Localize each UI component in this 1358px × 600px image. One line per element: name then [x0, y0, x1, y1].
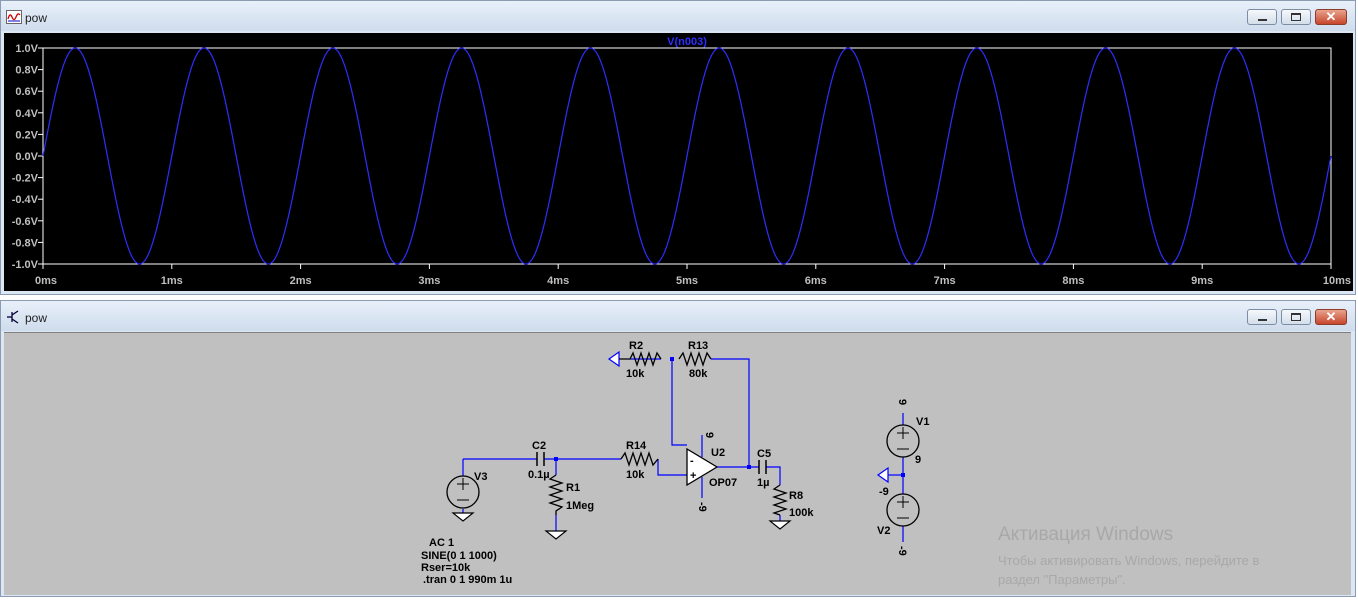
voltage-source-v1[interactable]: [886, 424, 920, 458]
x-tick-label: 7ms: [934, 275, 956, 287]
ground-flag-icon: [876, 466, 889, 484]
v3-label: V3: [474, 471, 487, 483]
maximize-button[interactable]: [1281, 9, 1311, 25]
c2-label: C2: [532, 440, 546, 452]
window-title: pow: [25, 311, 48, 325]
close-button[interactable]: ✕: [1315, 309, 1347, 325]
x-tick-label: 4ms: [547, 275, 569, 287]
capacitor-c2[interactable]: [536, 452, 545, 466]
y-tick-label: 1.0V: [15, 43, 38, 55]
x-tick-label: 5ms: [676, 275, 698, 287]
waveform-window: pow ✕ V(n003) 1.0V 0.8V 0.6V 0.4V 0.2V 0.0V -0…: [0, 0, 1356, 295]
ground-flag-icon: [607, 350, 620, 368]
r8-value: 100k: [789, 507, 814, 519]
y-tick-label: 0.2V: [15, 129, 38, 141]
waveform-plot[interactable]: V(n003) 1.0V 0.8V 0.6V 0.4V 0.2V 0.0V -0.2V -0.…: [4, 33, 1353, 291]
close-icon: ✕: [1325, 9, 1337, 24]
supply-pos-net: 9: [896, 399, 908, 405]
trace-v-n003[interactable]: [42, 47, 1332, 265]
minimize-icon: [1258, 319, 1267, 321]
y-tick-label: 0.8V: [15, 65, 38, 77]
r14-label: R14: [626, 440, 647, 452]
junction-dot: [901, 473, 905, 477]
opamp-vplus-net: 9: [703, 432, 715, 438]
maximize-icon: [1291, 313, 1301, 321]
plot-pane[interactable]: V(n003) 1.0V 0.8V 0.6V 0.4V 0.2V 0.0V -0.2V -0.…: [4, 33, 1353, 291]
u2-value: OP07: [709, 477, 737, 489]
r13-value: 80k: [689, 368, 708, 380]
y-tick-label: -0.8V: [12, 237, 39, 249]
maximize-icon: [1291, 13, 1301, 21]
voltage-source-v2[interactable]: [886, 493, 920, 527]
window-title: pow: [25, 11, 48, 25]
v1-value: 9: [915, 454, 921, 466]
capacitor-c5[interactable]: [758, 460, 767, 474]
resistor-r13[interactable]: [678, 350, 712, 368]
r8-label: R8: [789, 490, 803, 502]
v1-label: V1: [916, 416, 929, 428]
activation-line1: Чтобы активировать Windows, перейдите в: [998, 553, 1260, 568]
trace-label[interactable]: V(n003): [667, 36, 707, 48]
v2-value: -9: [879, 486, 889, 498]
ground-icon: [768, 520, 792, 530]
ground-icon: [544, 530, 568, 540]
minimize-icon: [1258, 19, 1267, 21]
y-tick-label: 0.6V: [15, 86, 38, 98]
close-button[interactable]: ✕: [1315, 9, 1347, 25]
maximize-button[interactable]: [1281, 309, 1311, 325]
spice-sine[interactable]: SINE(0 1 1000): [421, 550, 497, 562]
r1-label: R1: [566, 482, 580, 494]
x-tick-label: 3ms: [418, 275, 440, 287]
resistor-r1[interactable]: [547, 474, 565, 515]
y-tick-label: -0.2V: [12, 173, 39, 185]
activation-line2: раздел "Параметры".: [998, 572, 1126, 587]
r1-value: 1Meg: [566, 500, 594, 512]
y-tick-label: -0.4V: [12, 194, 39, 206]
resistor-r14[interactable]: [620, 450, 659, 468]
c5-value: 1µ: [757, 477, 769, 489]
spice-tran[interactable]: .tran 0 1 990m 1u: [423, 574, 512, 586]
v2-label: V2: [877, 525, 890, 537]
junction-dot: [554, 457, 558, 461]
x-tick-label: 0ms: [35, 275, 57, 287]
junction-dot: [670, 357, 674, 361]
windows-activation-watermark: Активация Windows Чтобы активировать Win…: [998, 524, 1328, 589]
minimize-button[interactable]: [1247, 309, 1277, 325]
x-tick-label: 9ms: [1191, 275, 1213, 287]
y-tick-label: -0.6V: [12, 216, 39, 228]
y-tick-label: 0.0V: [15, 151, 38, 163]
waveform-viewer-icon: [6, 10, 22, 24]
opamp-vminus-net: -9: [696, 502, 708, 512]
r2-label: R2: [629, 340, 643, 352]
ground-icon: [451, 512, 475, 522]
c2-value: 0.1µ: [528, 469, 550, 481]
opamp-plus: +: [690, 470, 696, 482]
opamp-minus: -: [690, 455, 694, 467]
y-tick-label: -1.0V: [12, 259, 39, 271]
r13-label: R13: [688, 340, 708, 352]
waveform-titlebar[interactable]: pow ✕: [1, 1, 1355, 31]
u2-label: U2: [711, 447, 725, 459]
close-icon: ✕: [1325, 309, 1337, 324]
schematic-titlebar[interactable]: pow ✕: [1, 301, 1355, 331]
r14-value: 10k: [626, 469, 645, 481]
spice-rser[interactable]: Rser=10k: [421, 562, 471, 574]
supply-neg-net: -9: [896, 546, 908, 556]
c5-label: C5: [757, 448, 771, 460]
junction-dot: [747, 465, 751, 469]
x-tick-label: 10ms: [1323, 275, 1351, 287]
x-tick-label: 6ms: [805, 275, 827, 287]
minimize-button[interactable]: [1247, 9, 1277, 25]
schematic-icon: [7, 310, 19, 324]
x-tick-label: 1ms: [161, 275, 183, 287]
x-tick-label: 2ms: [290, 275, 312, 287]
resistor-r8[interactable]: [771, 484, 789, 516]
r2-value: 10k: [626, 368, 645, 380]
spice-ac[interactable]: AC 1: [429, 537, 454, 549]
x-tick-label: 8ms: [1062, 275, 1084, 287]
y-tick-label: 0.4V: [15, 108, 38, 120]
activation-title: Активация Windows: [998, 524, 1174, 545]
